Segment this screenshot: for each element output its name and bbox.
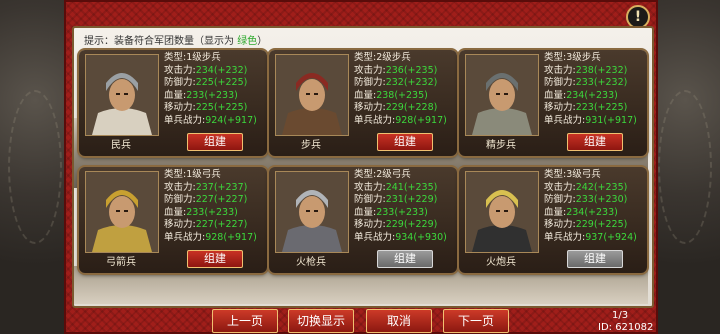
stat-power: 单兵战力:928(+917) <box>354 114 447 126</box>
form-unit-button[interactable]: 组建 <box>187 250 243 268</box>
unit-card: 火枪兵 类型:2级弓兵 攻击力:241(+235) 防御力:231(+229) 血量:… <box>269 167 457 273</box>
unit-stats: 类型:1级步兵 攻击力:234(+232) 防御力:225(+225) 血量:233(… <box>164 52 264 127</box>
unit-stats: 类型:2级弓兵 攻击力:241(+235) 防御力:231(+229) 血量:233(… <box>354 169 454 244</box>
stat-move: 移动力:223(+225) <box>544 102 628 113</box>
stat-hp: 血量:233(+233) <box>164 206 238 218</box>
unit-name: 火枪兵 <box>296 257 326 268</box>
unit-stats: 类型:1级弓兵 攻击力:237(+237) 防御力:227(+227) 血量:233(… <box>164 169 264 244</box>
stat-attack: 攻击力:242(+235) <box>544 181 628 193</box>
unit-card: 步兵 类型:2级步兵 攻击力:236(+235) 防御力:232(+232) 血量:2… <box>269 50 457 156</box>
stat-type: 类型:1级步兵 <box>164 52 221 63</box>
form-unit-button[interactable]: 组建 <box>377 133 433 151</box>
right-decor <box>650 0 720 334</box>
form-unit-button[interactable]: 组建 <box>187 133 243 151</box>
stat-defense: 防御力:232(+232) <box>354 77 438 88</box>
stat-type: 类型:2级弓兵 <box>354 169 411 180</box>
unit-card: 民兵 类型:1级步兵 攻击力:234(+232) 防御力:225(+225) 血量:2… <box>79 50 267 156</box>
unit-portrait <box>85 171 159 253</box>
stat-hp: 血量:233(+233) <box>354 206 428 218</box>
hint-text: 提示：装备符合军团数量（显示为 绿色） <box>84 36 268 47</box>
stat-hp: 血量:233(+233) <box>164 89 238 101</box>
stat-attack: 攻击力:234(+232) <box>164 64 248 76</box>
unit-name: 弓箭兵 <box>106 257 136 268</box>
stat-power: 单兵战力:924(+917) <box>164 114 257 126</box>
stat-defense: 防御力:225(+225) <box>164 77 248 88</box>
stat-defense: 防御力:231(+229) <box>354 194 438 205</box>
stat-power: 单兵战力:931(+917) <box>544 114 637 126</box>
unit-name: 民兵 <box>111 140 131 151</box>
unit-portrait <box>465 171 539 253</box>
stat-power: 单兵战力:937(+924) <box>544 231 637 243</box>
unit-stats: 类型:3级步兵 攻击力:238(+232) 防御力:233(+232) 血量:234(… <box>544 52 644 127</box>
form-unit-button[interactable]: 组建 <box>567 250 623 268</box>
unit-card: 弓箭兵 类型:1级弓兵 攻击力:237(+237) 防御力:227(+227) 血量:… <box>79 167 267 273</box>
stat-move: 移动力:229(+228) <box>354 102 438 113</box>
unit-portrait <box>275 171 349 253</box>
stat-move: 移动力:225(+225) <box>164 102 248 113</box>
stat-attack: 攻击力:237(+237) <box>164 181 248 193</box>
stat-power: 单兵战力:928(+917) <box>164 231 257 243</box>
page-indicator: 1/3 <box>612 310 629 321</box>
toggle-display-button[interactable]: 切换显示 <box>288 309 354 333</box>
unit-portrait <box>275 54 349 136</box>
form-unit-button[interactable]: 组建 <box>567 133 623 151</box>
prev-page-button[interactable]: 上一页 <box>212 309 278 333</box>
left-decor <box>0 0 70 334</box>
stat-type: 类型:3级弓兵 <box>544 169 601 180</box>
player-id: ID: 621082 <box>598 322 654 333</box>
unit-name: 精步兵 <box>486 140 516 151</box>
stat-defense: 防御力:233(+232) <box>544 77 628 88</box>
unit-stats: 类型:3级弓兵 攻击力:242(+235) 防御力:233(+230) 血量:234(… <box>544 169 644 244</box>
form-unit-button[interactable]: 组建 <box>377 250 433 268</box>
stat-hp: 血量:238(+235) <box>354 89 428 101</box>
stat-type: 类型:3级步兵 <box>544 52 601 63</box>
stat-defense: 防御力:227(+227) <box>164 194 248 205</box>
stat-attack: 攻击力:241(+235) <box>354 181 438 193</box>
stat-move: 移动力:229(+225) <box>544 219 628 230</box>
unit-card: 火炮兵 类型:3级弓兵 攻击力:242(+235) 防御力:233(+230) 血量:… <box>459 167 647 273</box>
stat-move: 移动力:227(+227) <box>164 219 248 230</box>
next-page-button[interactable]: 下一页 <box>443 309 509 333</box>
cancel-button[interactable]: 取消 <box>366 309 432 333</box>
unit-stats: 类型:2级步兵 攻击力:236(+235) 防御力:232(+232) 血量:238(… <box>354 52 454 127</box>
stat-type: 类型:2级步兵 <box>354 52 411 63</box>
stat-power: 单兵战力:934(+930) <box>354 231 447 243</box>
stat-move: 移动力:229(+229) <box>354 219 438 230</box>
unit-name: 步兵 <box>301 140 321 151</box>
stat-hp: 血量:234(+233) <box>544 206 618 218</box>
unit-portrait <box>85 54 159 136</box>
unit-card: 精步兵 类型:3级步兵 攻击力:238(+232) 防御力:233(+232) 血量:… <box>459 50 647 156</box>
stat-attack: 攻击力:236(+235) <box>354 64 438 76</box>
stat-defense: 防御力:233(+230) <box>544 194 628 205</box>
stat-type: 类型:1级弓兵 <box>164 169 221 180</box>
unit-portrait <box>465 54 539 136</box>
unit-name: 火炮兵 <box>486 257 516 268</box>
stat-hp: 血量:234(+233) <box>544 89 618 101</box>
stat-attack: 攻击力:238(+232) <box>544 64 628 76</box>
